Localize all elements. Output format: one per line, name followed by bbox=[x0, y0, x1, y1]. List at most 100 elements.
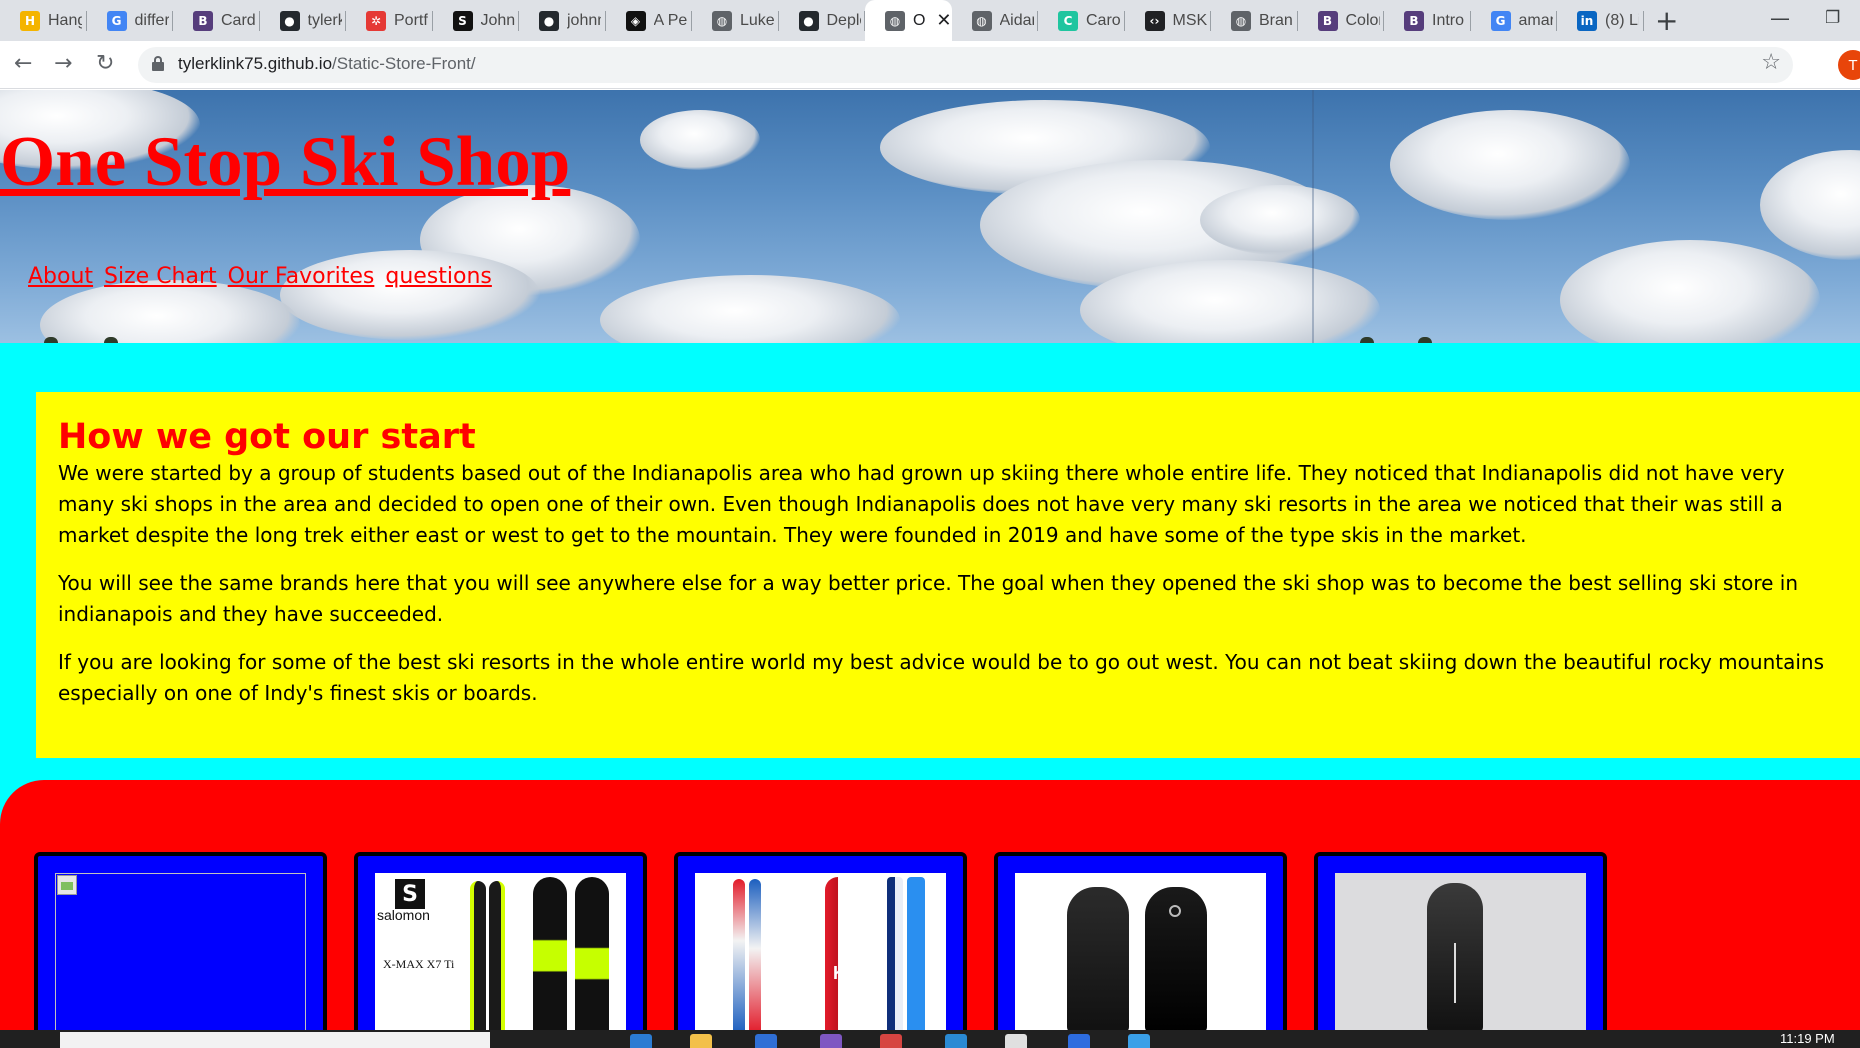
lock-icon[interactable] bbox=[152, 56, 164, 72]
salomon-brand-text: salomon bbox=[377, 907, 430, 923]
taskbar-app-icon[interactable] bbox=[755, 1034, 777, 1048]
browser-tab[interactable]: ◈ A Pen bbox=[606, 0, 692, 41]
salomon-model-text: X-MAX X7 Ti bbox=[383, 957, 455, 971]
tab-title: (8) LinkedIn bbox=[1605, 11, 1639, 29]
about-heading: How we got our start bbox=[58, 417, 476, 457]
browser-tab[interactable]: ◍ Brand bbox=[1211, 0, 1298, 41]
globe-icon: ◍ bbox=[885, 10, 905, 31]
browser-tab[interactable]: ◍ One Stop Ski Shop ✕ bbox=[865, 0, 952, 41]
taskbar-search-box[interactable] bbox=[60, 1032, 490, 1048]
bootstrap-icon: B bbox=[193, 10, 213, 31]
product-card[interactable] bbox=[1314, 852, 1607, 1030]
url-host: tylerklink75.github.io bbox=[178, 54, 333, 73]
url-text[interactable]: tylerklink75.github.io/Static-Store-Fron… bbox=[178, 54, 476, 74]
browser-tab[interactable]: ● Deploy bbox=[779, 0, 865, 41]
profile-avatar[interactable]: T bbox=[1838, 50, 1860, 80]
k2-skis-image: K2 bbox=[695, 873, 946, 1030]
tab-title: tylerklink bbox=[307, 11, 342, 29]
browser-tab[interactable]: B Intro bbox=[1384, 0, 1471, 41]
browser-tab[interactable]: ✲ Portfolio bbox=[346, 0, 433, 41]
browser-tab[interactable]: C Carol bbox=[1038, 0, 1125, 41]
back-icon[interactable]: ← bbox=[14, 51, 32, 76]
site-nav: About Size Chart Our Favorites questions bbox=[28, 264, 496, 289]
taskbar-app-icon[interactable] bbox=[1068, 1034, 1090, 1048]
nav-link-our-favorites[interactable]: Our Favorites bbox=[228, 264, 375, 289]
salomon-logo-icon: S bbox=[395, 879, 425, 909]
tab-separator bbox=[1642, 11, 1644, 31]
codesandbox-icon: S bbox=[452, 10, 473, 31]
browser-tab[interactable]: Gamar bbox=[1471, 0, 1557, 41]
product-card[interactable]: K2 bbox=[674, 852, 967, 1030]
bootstrap-icon: B bbox=[1404, 10, 1424, 31]
tab-title: Hangouts bbox=[48, 11, 82, 29]
new-tab-button[interactable]: + bbox=[1655, 4, 1678, 37]
tab-title: Carol bbox=[1086, 11, 1120, 29]
address-bar[interactable]: tylerklink75.github.io/Static-Store-Fron… bbox=[138, 47, 1793, 83]
taskbar-vscode-icon[interactable] bbox=[945, 1034, 967, 1048]
broken-image-icon bbox=[57, 875, 77, 895]
globe-icon: ◍ bbox=[712, 10, 732, 31]
browser-tab[interactable]: S John bbox=[433, 0, 519, 41]
products-section: S salomon X-MAX X7 Ti K2 bbox=[0, 780, 1860, 1030]
browser-tab[interactable]: ◍ Luke bbox=[692, 0, 779, 41]
taskbar-clock[interactable]: 11:19 PM bbox=[1780, 1031, 1835, 1046]
forward-icon[interactable]: → bbox=[54, 51, 72, 76]
taskbar-visual-studio-icon[interactable] bbox=[820, 1034, 842, 1048]
browser-tab[interactable]: B Colors bbox=[1298, 0, 1384, 41]
page-viewport: One Stop Ski Shop About Size Chart Our F… bbox=[0, 90, 1860, 1030]
browser-tab[interactable]: Gdifference bbox=[87, 0, 173, 41]
tab-title: MSK bbox=[1172, 11, 1207, 29]
bootstrap-icon: B bbox=[1317, 10, 1338, 31]
browser-tab[interactable]: ‹› MSK bbox=[1125, 0, 1211, 41]
google-icon: G bbox=[1490, 10, 1511, 31]
browser-tab[interactable]: ◍ Aidan bbox=[952, 0, 1038, 41]
browser-tab-strip: + — ❐ H Hangouts Gdifference B Cards ● tylerkl… bbox=[0, 0, 1860, 41]
browser-tab[interactable]: B Cards bbox=[173, 0, 260, 41]
product-card[interactable] bbox=[994, 852, 1287, 1030]
google-icon: G bbox=[106, 10, 127, 31]
site-title-link[interactable]: One Stop Ski Shop bbox=[0, 122, 570, 203]
about-paragraph: You will see the same brands here that y… bbox=[58, 571, 1799, 626]
taskbar-chrome-icon[interactable] bbox=[880, 1034, 902, 1048]
snowboard-image bbox=[1335, 873, 1586, 1030]
linkedin-icon: in bbox=[1577, 10, 1597, 31]
taskbar-folder-icon[interactable] bbox=[690, 1034, 712, 1048]
nav-link-size-chart[interactable]: Size Chart bbox=[104, 264, 217, 289]
taskbar-app-icon[interactable] bbox=[1128, 1034, 1150, 1048]
tab-title: Aidan bbox=[999, 11, 1034, 29]
canva-icon: C bbox=[1058, 10, 1078, 31]
tab-title: Brand bbox=[1259, 11, 1293, 29]
tab-title: One Stop Ski Shop bbox=[913, 11, 926, 29]
about-section: How we got our start We were started by … bbox=[36, 392, 1860, 758]
hangouts-icon: H bbox=[20, 10, 40, 31]
tab-title: John bbox=[480, 11, 515, 29]
browser-tab[interactable]: ● tylerklink bbox=[260, 0, 346, 41]
restore-icon[interactable]: ❐ bbox=[1825, 8, 1840, 28]
browser-tab[interactable]: in (8) LinkedIn bbox=[1557, 0, 1644, 41]
browser-tab[interactable]: H Hangouts bbox=[0, 0, 87, 41]
about-paragraph: We were started by a group of students b… bbox=[58, 461, 1785, 547]
code-icon: ‹› bbox=[1144, 10, 1165, 31]
taskbar-app-icon[interactable] bbox=[1005, 1034, 1027, 1048]
tab-title: Cards bbox=[221, 11, 255, 29]
github-icon: ● bbox=[539, 10, 559, 31]
product-card[interactable]: S salomon X-MAX X7 Ti bbox=[354, 852, 647, 1030]
nav-link-questions[interactable]: questions bbox=[385, 264, 492, 289]
product-card[interactable] bbox=[34, 852, 327, 1030]
tab-title: Intro bbox=[1432, 11, 1465, 29]
taskbar-edge-icon[interactable] bbox=[630, 1034, 652, 1048]
close-tab-icon[interactable]: ✕ bbox=[936, 10, 951, 31]
bookmark-star-icon[interactable]: ☆ bbox=[1761, 50, 1781, 75]
globe-icon: ◍ bbox=[1231, 10, 1251, 31]
github-icon: ● bbox=[279, 10, 300, 31]
about-paragraph: If you are looking for some of the best … bbox=[58, 650, 1824, 705]
reload-icon[interactable]: ↻ bbox=[96, 51, 114, 76]
tab-title: Colors bbox=[1345, 11, 1380, 29]
portfolio-icon: ✲ bbox=[366, 10, 386, 31]
snowboards-image bbox=[1015, 873, 1266, 1030]
nav-link-about[interactable]: About bbox=[28, 264, 93, 289]
browser-tab[interactable]: ● johnm bbox=[519, 0, 606, 41]
tab-title: johnm bbox=[567, 11, 601, 29]
minimize-icon[interactable]: — bbox=[1770, 6, 1790, 30]
salomon-skis-image: S salomon X-MAX X7 Ti bbox=[375, 873, 626, 1030]
